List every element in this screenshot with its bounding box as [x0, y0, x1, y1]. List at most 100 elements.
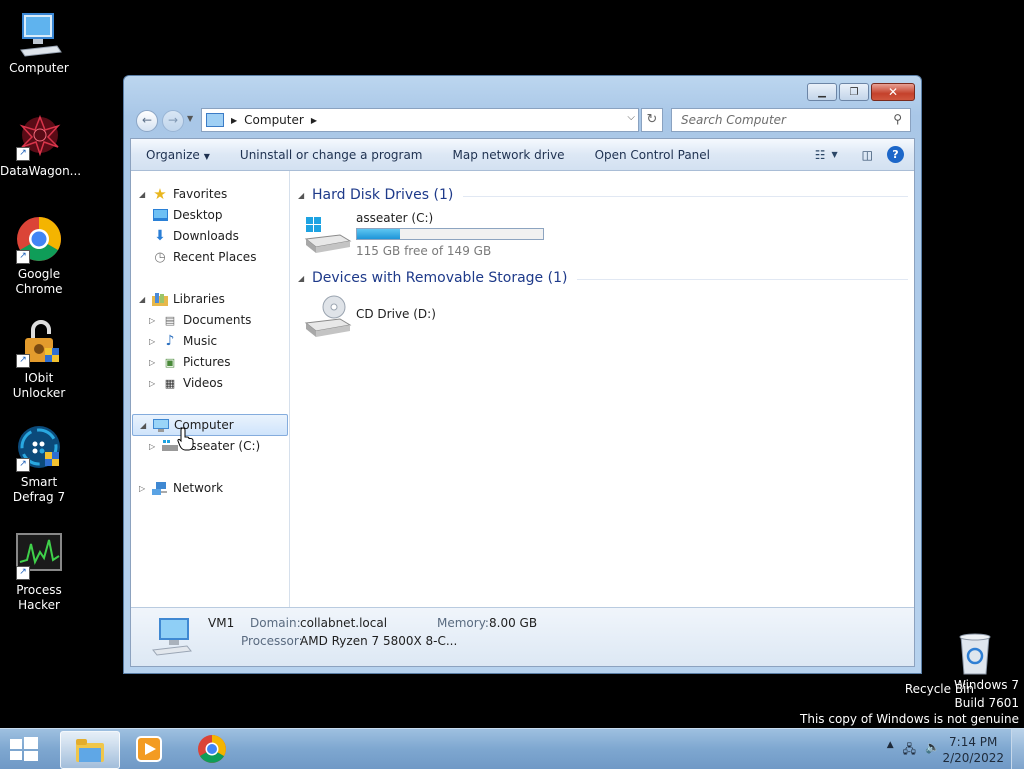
map-network-drive-button[interactable]: Map network drive — [438, 148, 580, 162]
group-title: Devices with Removable Storage (1) — [312, 270, 568, 286]
collapsed-arrow-icon[interactable]: ▷ — [139, 484, 149, 493]
collapsed-arrow-icon[interactable]: ▷ — [149, 379, 159, 388]
drive-item-c[interactable]: asseater (C:) 115 GB free of 149 GB — [304, 211, 554, 259]
clock-time: 7:14 PM — [949, 735, 998, 749]
tree-item-documents[interactable]: ▷ ▤ Documents — [149, 310, 251, 330]
tree-item-network[interactable]: ▷ Network — [139, 478, 223, 498]
tree-item-drive-c[interactable]: ▷ asseater (C:) — [149, 436, 260, 456]
refresh-button[interactable]: ↻ — [641, 108, 663, 132]
tree-item-libraries[interactable]: ◢ Libraries — [139, 289, 225, 309]
preview-pane-icon[interactable]: ◫ — [862, 148, 873, 162]
hard-drive-icon — [304, 215, 352, 255]
change-view-icon[interactable]: ☷ — [815, 148, 826, 162]
tree-item-desktop[interactable]: Desktop — [149, 205, 223, 225]
tree-item-pictures[interactable]: ▷ ▣ Pictures — [149, 352, 231, 372]
group-collapse-icon[interactable]: ◢ — [298, 191, 312, 200]
address-bar[interactable]: ▶ Computer ▶ ⌵ — [201, 108, 639, 132]
expanded-arrow-icon[interactable]: ◢ — [139, 190, 149, 199]
watermark-not-genuine: This copy of Windows is not genuine — [800, 712, 1019, 726]
watermark-build: Build 7601 — [954, 696, 1019, 710]
close-icon: ✕ — [887, 85, 899, 99]
desktop-icon-chrome[interactable]: ↗ Google Chrome — [0, 216, 78, 297]
breadcrumb-computer[interactable]: Computer — [244, 113, 304, 127]
drive-name-c: asseater (C:) — [356, 211, 434, 225]
expanded-arrow-icon[interactable]: ◢ — [139, 295, 149, 304]
recent-pages-dropdown[interactable]: ▼ — [187, 114, 193, 123]
taskbar-explorer-button[interactable] — [60, 731, 120, 769]
desktop-icon-label: Process Hacker — [16, 583, 62, 612]
taskbar-media-player-button[interactable] — [120, 731, 178, 767]
clock[interactable]: 7:14 PM 2/20/2022 — [942, 734, 1004, 766]
collapsed-arrow-icon[interactable]: ▷ — [149, 316, 159, 325]
command-bar-right: ☷ ▼ ◫ ? — [815, 139, 914, 170]
minimize-button[interactable]: ▁ — [807, 83, 837, 101]
restore-button[interactable]: ❐ — [839, 83, 869, 101]
media-player-icon — [136, 736, 162, 762]
volume-icon[interactable]: 🔈 — [925, 740, 940, 761]
details-processor-label: Processor: — [241, 634, 303, 648]
group-title: Hard Disk Drives (1) — [312, 187, 454, 203]
uninstall-program-button[interactable]: Uninstall or change a program — [225, 148, 438, 162]
group-collapse-icon[interactable]: ◢ — [298, 274, 312, 283]
libraries-icon — [152, 292, 168, 307]
organize-button[interactable]: Organize ▼ — [131, 148, 225, 162]
search-box[interactable]: ⚲ — [671, 108, 911, 132]
chrome-icon — [198, 735, 226, 763]
collapsed-arrow-icon[interactable]: ▷ — [149, 358, 159, 367]
tree-label: Libraries — [173, 292, 225, 306]
folder-icon — [76, 739, 104, 762]
tree-item-computer[interactable]: ◢ Computer — [132, 414, 288, 436]
close-button[interactable]: ✕ — [871, 83, 915, 101]
view-dropdown-icon[interactable]: ▼ — [832, 150, 838, 159]
breadcrumb-separator-icon[interactable]: ▶ — [311, 116, 317, 125]
desktop-icon-iobit-unlocker[interactable]: ↗ IObit Unlocker — [0, 320, 78, 401]
desktop-icon-datawagon[interactable]: ↗ DataWagon... — [0, 113, 81, 179]
tree-item-videos[interactable]: ▷ ▦ Videos — [149, 373, 223, 393]
address-dropdown-icon[interactable]: ⌵ — [627, 112, 635, 123]
expanded-arrow-icon[interactable]: ◢ — [140, 421, 150, 430]
tree-item-downloads[interactable]: ⬇ Downloads — [149, 226, 239, 246]
forward-button[interactable]: → — [162, 110, 184, 132]
desktop-icon-label: Computer — [9, 61, 69, 75]
tree-item-favorites[interactable]: ◢ ★ Favorites — [139, 184, 227, 204]
clock-date: 2/20/2022 — [942, 751, 1004, 765]
open-control-panel-button[interactable]: Open Control Panel — [580, 148, 725, 162]
show-desktop-button[interactable] — [1011, 729, 1024, 769]
tree-label: Desktop — [173, 208, 223, 222]
search-input[interactable] — [679, 112, 883, 128]
desktop-icon-smart-defrag[interactable]: ↗ Smart Defrag 7 — [0, 424, 78, 505]
network-icon[interactable]: 🖧 — [903, 740, 916, 761]
recent-places-icon: ◷ — [154, 249, 166, 265]
details-computer-name: VM1 — [208, 616, 235, 630]
details-domain-label: Domain: — [250, 616, 301, 630]
desktop-icon-computer[interactable]: Computer — [0, 10, 78, 76]
hand-cursor-icon — [177, 427, 195, 451]
caption-buttons: ▁ ❐ ✕ — [807, 83, 915, 101]
iobit-unlocker-icon: ↗ — [15, 320, 63, 368]
tree-item-music[interactable]: ▷ ♪ Music — [149, 331, 217, 351]
taskbar-chrome-button[interactable] — [183, 731, 241, 767]
desktop-icon-recycle-bin[interactable] — [944, 632, 1006, 676]
system-tray: ▲ 🖧 🔈 — [887, 740, 940, 761]
start-button[interactable] — [10, 737, 40, 763]
desktop-icon-label: IObit Unlocker — [12, 371, 66, 400]
details-processor-value: AMD Ryzen 7 5800X 8-C... — [300, 634, 458, 648]
group-header-hard-disk-drives[interactable]: ◢ Hard Disk Drives (1) — [298, 185, 908, 205]
tree-label: Network — [173, 481, 224, 495]
collapsed-arrow-icon[interactable]: ▷ — [149, 337, 159, 346]
tree-item-recent-places[interactable]: ◷ Recent Places — [149, 247, 256, 267]
tree-label: Downloads — [173, 229, 239, 243]
help-icon[interactable]: ? — [887, 146, 904, 163]
desktop-folder-icon — [152, 208, 168, 223]
search-icon[interactable]: ⚲ — [893, 112, 902, 126]
pictures-icon: ▣ — [164, 355, 176, 369]
refresh-icon: ↻ — [646, 112, 658, 127]
group-header-removable-storage[interactable]: ◢ Devices with Removable Storage (1) — [298, 268, 908, 288]
collapsed-arrow-icon[interactable]: ▷ — [149, 442, 159, 451]
desktop-icon-process-hacker[interactable]: ↗ Process Hacker — [0, 532, 78, 613]
explorer-content: Organize ▼ Uninstall or change a program … — [130, 138, 915, 667]
drive-item-d[interactable]: CD Drive (D:) — [304, 295, 504, 341]
back-button[interactable]: ← — [136, 110, 158, 132]
show-hidden-icons-button[interactable]: ▲ — [887, 740, 894, 761]
details-memory-value: 8.00 GB — [489, 616, 538, 630]
